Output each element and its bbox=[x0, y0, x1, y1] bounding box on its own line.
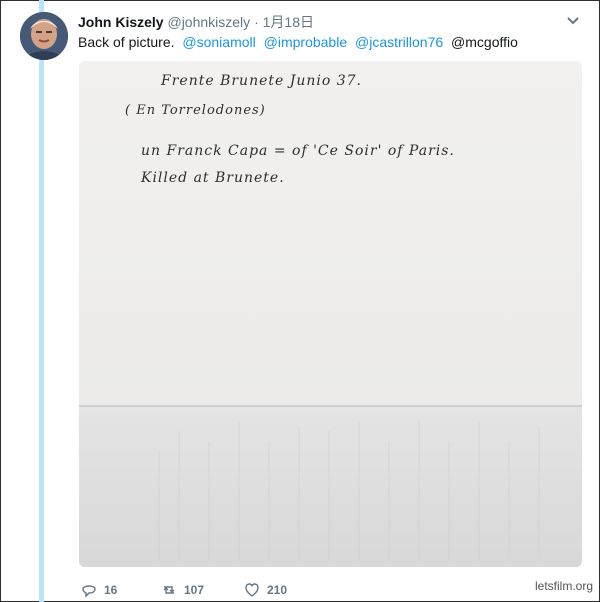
avatar-photo bbox=[20, 12, 68, 60]
tweet-photo[interactable]: Frente Brunete Junio 37. ( En Torrelodon… bbox=[79, 61, 582, 567]
avatar[interactable] bbox=[20, 12, 68, 60]
chevron-down-icon[interactable] bbox=[566, 14, 580, 28]
mention-improbable[interactable]: @improbable bbox=[264, 34, 347, 50]
retweet-count: 107 bbox=[184, 583, 205, 597]
handwriting-line-4: Killed at Brunete. bbox=[141, 170, 285, 186]
retweet-button[interactable]: 107 bbox=[161, 582, 242, 598]
like-count: 210 bbox=[267, 583, 288, 597]
watermark: letsfilm.org bbox=[535, 579, 594, 593]
heart-icon bbox=[245, 583, 259, 597]
tweet-intro-text: Back of picture. bbox=[78, 34, 175, 50]
tweet-text: Back of picture. @soniamoll @improbable … bbox=[78, 33, 522, 51]
reply-count: 16 bbox=[104, 583, 118, 597]
like-button[interactable]: 210 bbox=[244, 582, 304, 598]
reply-button[interactable]: 16 bbox=[81, 582, 141, 598]
photo-background: Frente Brunete Junio 37. ( En Torrelodon… bbox=[79, 61, 582, 567]
reply-icon bbox=[82, 585, 96, 598]
thread-line bbox=[39, 0, 44, 602]
author-handle[interactable]: @johnkiszely bbox=[167, 14, 250, 30]
handwriting-line-3: un Franck Capa = of 'Ce Soir' of Paris. bbox=[141, 143, 455, 159]
tweet-date[interactable]: 1月18日 bbox=[263, 14, 314, 30]
tweet-header: John Kiszely @johnkiszely · 1月18日 bbox=[78, 12, 314, 32]
mention-jcastrillon76[interactable]: @jcastrillon76 bbox=[355, 34, 443, 50]
header-separator: · bbox=[254, 14, 259, 30]
photo-texture bbox=[79, 405, 582, 561]
mention-soniamoll[interactable]: @soniamoll bbox=[182, 34, 255, 50]
mention-mcgoffio[interactable]: @mcgoffio bbox=[451, 34, 518, 50]
author-name[interactable]: John Kiszely bbox=[78, 14, 164, 30]
tweet-actions: 16 107 210 bbox=[81, 582, 304, 598]
handwriting-line-2: ( En Torrelodones) bbox=[125, 103, 266, 118]
handwriting-line-1: Frente Brunete Junio 37. bbox=[161, 73, 362, 89]
retweet-icon bbox=[163, 586, 175, 594]
